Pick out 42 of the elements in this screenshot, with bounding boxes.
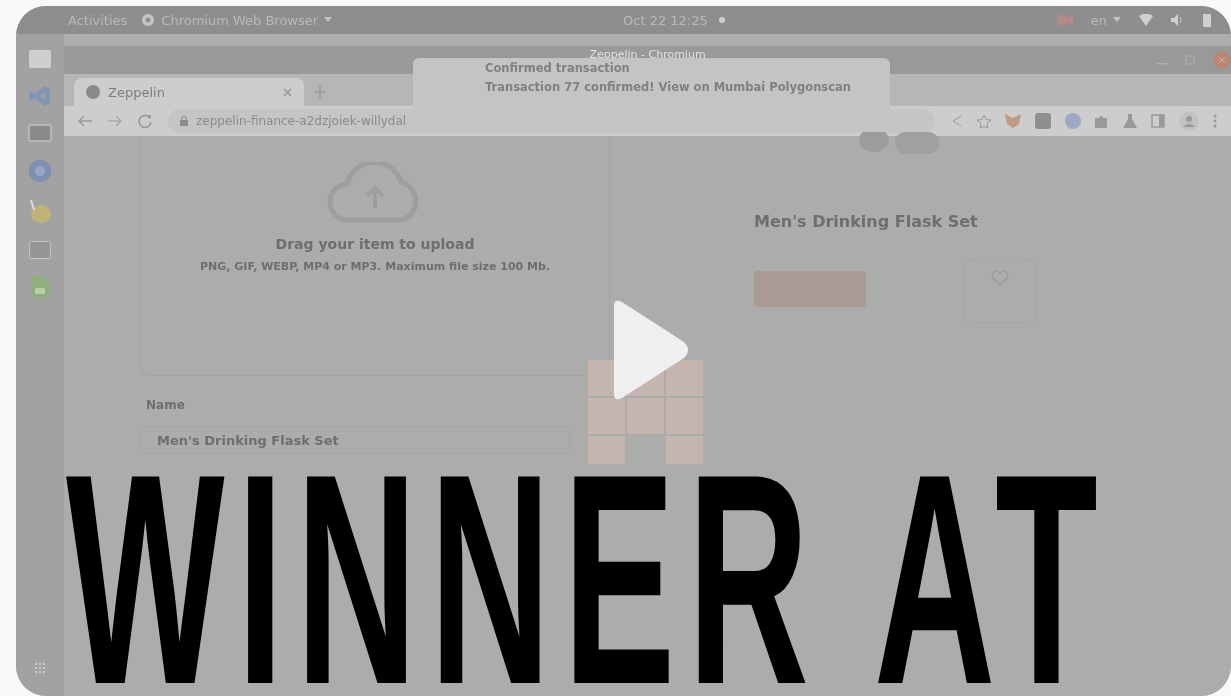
speaker-icon[interactable] xyxy=(1171,14,1185,26)
back-icon[interactable] xyxy=(78,115,92,127)
close-icon[interactable] xyxy=(283,87,292,97)
extension-icon[interactable] xyxy=(1035,113,1051,129)
side-panel-icon[interactable] xyxy=(1151,114,1165,128)
folder-icon[interactable] xyxy=(29,48,51,68)
star-icon[interactable] xyxy=(977,114,991,128)
browser-icon[interactable] xyxy=(28,159,52,183)
wifi-icon[interactable] xyxy=(1139,14,1153,26)
window-icon[interactable] xyxy=(28,124,52,142)
extension-icon[interactable] xyxy=(1065,113,1081,129)
notification-text: Transaction 77 confirmed! View on Mumbai Polygonscan xyxy=(485,80,852,94)
caret-icon[interactable] xyxy=(1113,17,1121,23)
close-icon[interactable] xyxy=(1213,51,1231,69)
menu-icon[interactable] xyxy=(1213,114,1217,128)
camera-icon[interactable] xyxy=(1056,14,1073,26)
notification-title: Confirmed transaction xyxy=(485,61,631,75)
caret-icon[interactable] xyxy=(324,17,333,23)
window-title: Zeppelin - Chromium xyxy=(589,48,706,61)
app-grid-icon[interactable] xyxy=(34,662,46,674)
share-icon[interactable] xyxy=(951,114,963,128)
caption-text: WINNER AT xyxy=(66,468,1111,696)
item-title: Men's Drinking Flask Set xyxy=(754,212,979,231)
spreadsheet-icon[interactable] xyxy=(31,276,49,298)
field-label: Name xyxy=(146,398,186,412)
puzzle-icon[interactable] xyxy=(1095,114,1109,128)
lock-icon xyxy=(180,116,188,126)
browser-tab[interactable]: Zeppelin xyxy=(74,78,304,106)
forward-icon[interactable] xyxy=(108,115,122,127)
upload-hint: PNG, GIF, WEBP, MP4 or MP3. Maximum file size 100 Mb. xyxy=(199,260,551,273)
site-icon xyxy=(86,85,100,99)
profile-icon[interactable] xyxy=(1179,111,1199,131)
new-tab-icon[interactable] xyxy=(314,86,326,98)
battery-icon[interactable] xyxy=(1203,13,1211,27)
upload-title: Drag your item to upload xyxy=(275,236,475,252)
terminal-icon[interactable] xyxy=(29,241,51,259)
chromium-icon xyxy=(141,13,156,27)
code-editor-icon[interactable] xyxy=(29,85,51,107)
reload-icon[interactable] xyxy=(138,114,152,128)
name-field[interactable]: Men's Drinking Flask Set xyxy=(140,426,570,454)
fox-icon[interactable] xyxy=(1005,114,1021,128)
flask-icon[interactable] xyxy=(1123,114,1137,128)
